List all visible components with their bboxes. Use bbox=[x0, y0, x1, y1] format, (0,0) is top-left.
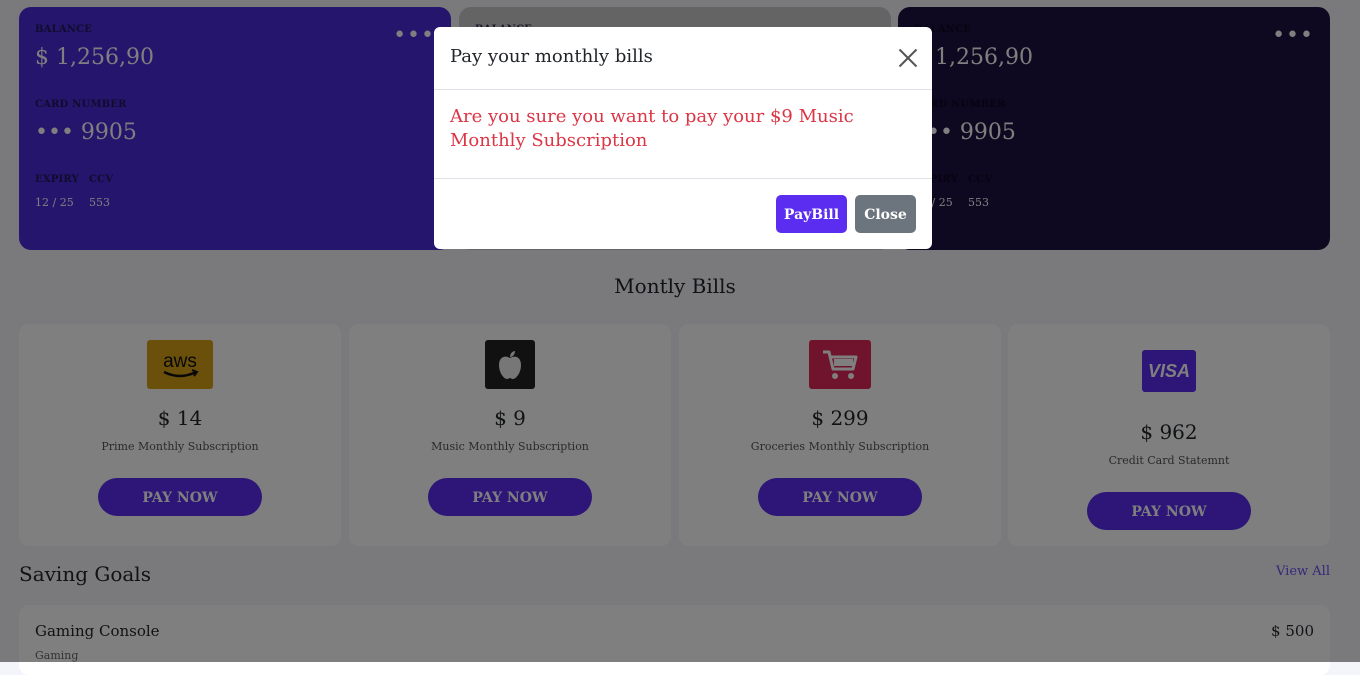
pay-bill-button[interactable]: PayBill bbox=[776, 195, 847, 233]
close-icon[interactable] bbox=[898, 48, 918, 68]
close-button[interactable]: Close bbox=[855, 195, 916, 233]
modal-message: Are you sure you want to pay your $9 Mus… bbox=[450, 106, 854, 151]
pay-bill-modal: Pay your monthly bills Are you sure you … bbox=[434, 27, 932, 249]
modal-footer: PayBill Close bbox=[434, 178, 932, 249]
modal-header: Pay your monthly bills bbox=[434, 27, 932, 90]
modal-title: Pay your monthly bills bbox=[450, 46, 653, 67]
